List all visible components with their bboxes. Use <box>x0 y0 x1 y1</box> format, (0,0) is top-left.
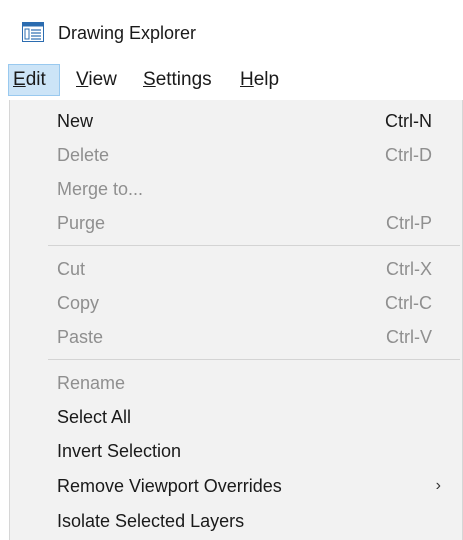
menu-view[interactable]: View <box>72 64 132 96</box>
menu-item-purge: Purge Ctrl-P <box>10 206 462 240</box>
menu-item-shortcut: Ctrl-V <box>386 327 432 347</box>
menu-item-isolate-selected-layers[interactable]: Isolate Selected Layers <box>10 504 462 538</box>
menu-item-invert-selection[interactable]: Invert Selection <box>10 434 462 468</box>
menu-item-label: Cut <box>57 259 86 279</box>
menu-item-label: Isolate Selected Layers <box>57 511 245 531</box>
menu-help[interactable]: Help <box>236 64 292 96</box>
menu-item-merge-to: Merge to... <box>10 172 462 206</box>
menu-item-paste: Paste Ctrl-V <box>10 320 462 354</box>
menu-item-label: Paste <box>57 327 104 347</box>
menu-item-label: Delete <box>57 145 110 165</box>
menu-item-label: New <box>57 111 94 131</box>
window-title: Drawing Explorer <box>58 23 197 43</box>
menu-item-shortcut: Ctrl-P <box>386 213 432 233</box>
menu-item-shortcut: Ctrl-N <box>385 111 432 131</box>
menu-item-label: Select All <box>57 407 132 427</box>
menu-edit-label: dit <box>25 69 46 90</box>
menu-item-label: Copy <box>57 293 100 313</box>
menu-view-mnemonic: V <box>76 69 89 90</box>
menu-item-select-all[interactable]: Select All <box>10 400 462 434</box>
menu-item-delete: Delete Ctrl-D <box>10 138 462 172</box>
menu-item-rename: Rename <box>10 366 462 400</box>
menu-item-remove-viewport-overrides[interactable]: Remove Viewport Overrides › <box>10 469 462 503</box>
menu-item-label: Rename <box>57 373 126 393</box>
menu-item-label: Purge <box>57 213 106 233</box>
menu-item-label: Remove Viewport Overrides <box>57 476 282 496</box>
menu-item-shortcut: Ctrl-C <box>385 293 432 313</box>
edit-menu-dropdown: New Ctrl-N Delete Ctrl-D Merge to... Pur… <box>9 100 463 540</box>
menu-item-shortcut: Ctrl-X <box>386 259 432 279</box>
menu-help-label: elp <box>253 69 280 90</box>
menu-item-cut: Cut Ctrl-X <box>10 252 462 286</box>
menu-view-label: iew <box>88 69 117 90</box>
menu-settings-mnemonic: S <box>143 69 156 90</box>
list-window-icon <box>22 22 44 42</box>
menu-edit[interactable]: Edit <box>8 64 60 96</box>
menu-bar <box>0 62 463 100</box>
menu-separator <box>48 359 460 360</box>
menu-settings[interactable]: Settings <box>139 64 229 96</box>
submenu-arrow-icon: › <box>435 477 441 494</box>
menu-settings-label: ettings <box>155 69 212 90</box>
menu-item-copy: Copy Ctrl-C <box>10 286 462 320</box>
menu-edit-mnemonic: E <box>13 69 26 90</box>
menu-item-label: Merge to... <box>57 179 144 199</box>
menu-item-shortcut: Ctrl-D <box>385 145 432 165</box>
title-bar: Drawing Explorer <box>0 0 463 62</box>
menu-item-new[interactable]: New Ctrl-N <box>10 104 462 138</box>
menu-help-mnemonic: H <box>240 69 254 90</box>
menu-item-label: Invert Selection <box>57 441 182 461</box>
menu-separator <box>48 245 460 246</box>
